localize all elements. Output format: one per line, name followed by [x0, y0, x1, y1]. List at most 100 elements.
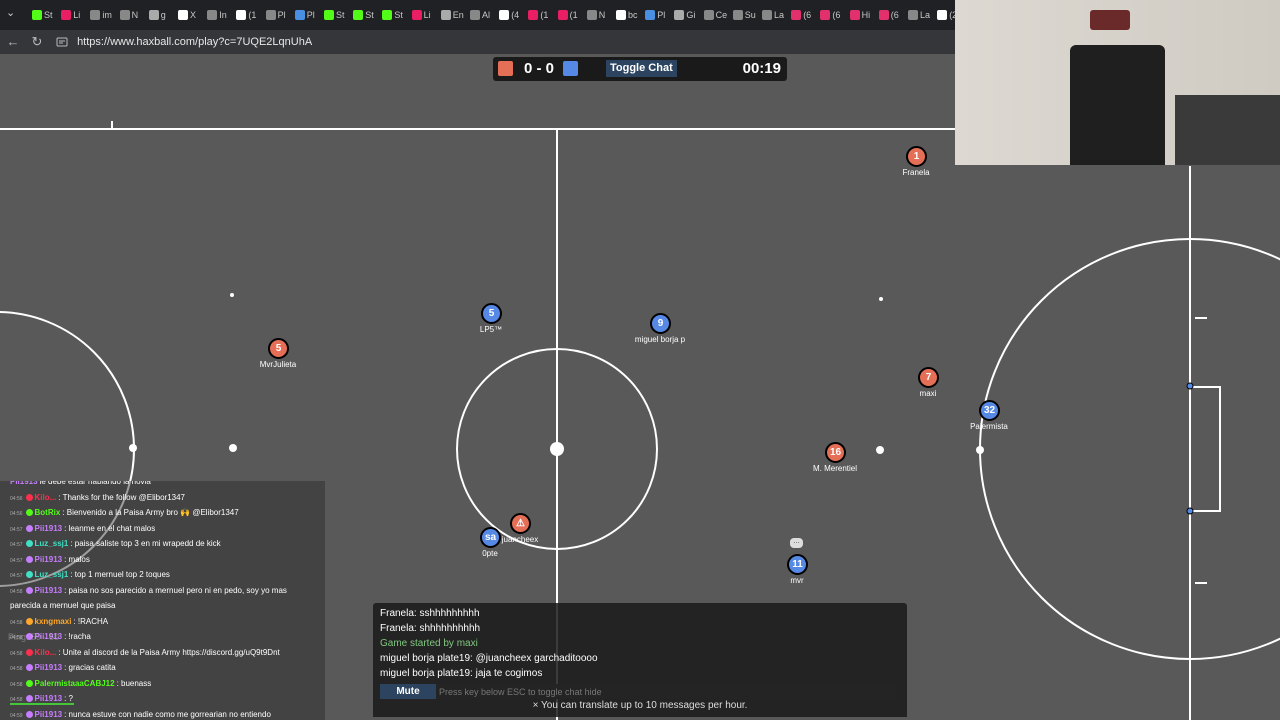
browser-tab[interactable]: (1 — [236, 4, 262, 26]
browser-tab[interactable]: En — [440, 4, 467, 26]
chat-username[interactable]: Pii1913 — [35, 710, 63, 719]
chat-username[interactable]: Pii1913 — [35, 524, 63, 533]
tab-favicon-icon — [265, 10, 276, 20]
browser-tab[interactable]: Su — [732, 4, 759, 26]
chat-text: : !RACHA — [73, 616, 109, 626]
tab-favicon-icon — [557, 10, 568, 20]
browser-tab[interactable]: St — [32, 4, 58, 26]
browser-tab[interactable]: (1 — [557, 4, 584, 26]
browser-tab[interactable]: bc — [616, 4, 642, 26]
chat-text: le debe estar hablando la novia — [39, 481, 151, 486]
tab-favicon-icon — [878, 10, 889, 20]
tab-favicon-icon — [148, 10, 159, 20]
url-field[interactable]: https://www.haxball.com/play?c=7UQE2LqnU… — [52, 32, 952, 52]
tab-favicon-icon — [499, 10, 510, 20]
chat-username[interactable]: Luz_ssj1 — [35, 570, 69, 579]
browser-tab[interactable]: In — [207, 4, 233, 26]
mute-button[interactable]: Mute — [380, 684, 436, 699]
browser-tab[interactable]: (6 — [878, 4, 905, 26]
player-disc: 32 — [979, 400, 1000, 421]
browser-tab[interactable]: X — [178, 4, 204, 26]
user-badge-icon — [25, 664, 33, 672]
webcam-bed — [1175, 95, 1280, 165]
chat-message: miguel borja plate19: jaja te cogimos — [380, 668, 543, 679]
browser-tab[interactable]: La — [908, 4, 934, 26]
browser-tab[interactable]: g — [148, 4, 175, 26]
tab-label: La — [774, 10, 785, 20]
tab-label: bc — [628, 10, 638, 20]
chat-username[interactable]: PalermistaaaCABJ12 — [35, 679, 115, 688]
chat-username[interactable]: Pii1913 — [35, 586, 63, 595]
chat-text: : !racha — [64, 632, 91, 641]
right-goal-net — [1190, 386, 1221, 512]
browser-tab[interactable]: Hi — [849, 4, 876, 26]
user-badge-icon — [25, 679, 33, 687]
stream-chat-message: Pii1913 le debe estar hablando la novia — [10, 481, 325, 486]
browser-tab[interactable]: Gi — [674, 4, 700, 26]
stream-chat-message: 04:59 Pii1913: nunca estuve con nadie com… — [10, 710, 325, 719]
tab-label: St — [394, 10, 403, 20]
chat-username[interactable]: Luz_ssj1 — [35, 539, 69, 548]
browser-tab[interactable]: Al — [470, 4, 496, 26]
chat-text: parecida a mernuel que paisa — [10, 601, 116, 610]
browser-tab[interactable]: (6 — [820, 4, 846, 26]
browser-tab[interactable]: (4 — [499, 4, 525, 26]
webcam-overlay — [955, 0, 1280, 165]
tab-favicon-icon — [791, 10, 802, 20]
translate-note: × You can translate up to 10 messages pe… — [532, 700, 748, 711]
player-name: MvrJulieta — [259, 360, 297, 369]
user-badge-icon — [25, 695, 33, 703]
browser-tab[interactable]: N — [119, 4, 146, 26]
chat-username[interactable]: Kilo... — [35, 493, 57, 502]
chat-username[interactable]: Pii1913 — [35, 694, 63, 703]
chat-input[interactable] — [436, 684, 896, 699]
browser-tab[interactable]: St — [382, 4, 408, 26]
tab-label: In — [219, 10, 227, 20]
chat-text: : buenass — [116, 678, 152, 688]
browser-tab[interactable]: (6 — [791, 4, 817, 26]
user-badge-icon — [25, 540, 33, 548]
chat-username[interactable]: BotRix — [35, 508, 61, 517]
browser-tab[interactable]: Ce — [703, 4, 730, 26]
tab-label: Hi — [861, 10, 871, 20]
message-timestamp: 04:58 — [10, 588, 23, 595]
tab-label: im — [102, 10, 112, 20]
chat-username[interactable]: Pii1913 — [35, 663, 63, 672]
browser-tab[interactable]: Li — [411, 4, 438, 26]
tab-label: N — [131, 10, 139, 20]
tab-label: Pl — [657, 10, 666, 20]
blue-team-indicator — [563, 61, 578, 76]
chat-username[interactable]: Kilo... — [35, 648, 57, 657]
browser-tab[interactable]: Li — [61, 4, 87, 26]
chat-username[interactable]: Pii1913 — [10, 481, 38, 486]
back-arrow-icon[interactable]: ← — [4, 33, 22, 51]
chat-username[interactable]: kxngmaxi — [35, 617, 72, 626]
right-kickoff-mark — [876, 446, 884, 454]
tab-label: St — [365, 10, 374, 20]
reload-icon[interactable]: ↻ — [28, 33, 46, 51]
chat-text: : leanme en el chat malos — [64, 523, 156, 533]
tab-label: (6 — [803, 10, 812, 20]
message-timestamp: 04:57 — [10, 526, 23, 533]
toggle-chat-button[interactable]: Toggle Chat — [606, 60, 677, 77]
browser-tab[interactable]: St — [324, 4, 350, 26]
browser-tab[interactable]: La — [762, 4, 788, 26]
browser-tab[interactable]: St — [353, 4, 379, 26]
browser-tab[interactable]: Pl — [645, 4, 671, 26]
browser-tab[interactable]: im — [90, 4, 116, 26]
browser-tab[interactable]: N — [586, 4, 613, 26]
tab-search-chevron-icon[interactable]: ⌄ — [6, 6, 22, 22]
tab-favicon-icon — [586, 10, 597, 20]
chat-username[interactable]: Pii1913 — [35, 555, 63, 564]
stream-chat-message: 04:58 kxngmaxi: !RACHA — [10, 617, 325, 626]
tab-favicon-icon — [61, 10, 72, 20]
browser-tab[interactable]: (1 — [528, 4, 554, 26]
tab-favicon-icon — [178, 10, 188, 20]
message-timestamp: 04:58 — [10, 619, 23, 626]
chat-text: : Unite al discord de la Paisa Army http… — [58, 647, 280, 657]
browser-tab[interactable]: Pl — [265, 4, 292, 26]
site-info-icon[interactable] — [56, 36, 68, 48]
left-goal-post-mark — [129, 444, 137, 452]
browser-tab[interactable]: Pl — [294, 4, 321, 26]
chat-message: miguel borja plate19: @juancheex garchad… — [380, 653, 598, 664]
